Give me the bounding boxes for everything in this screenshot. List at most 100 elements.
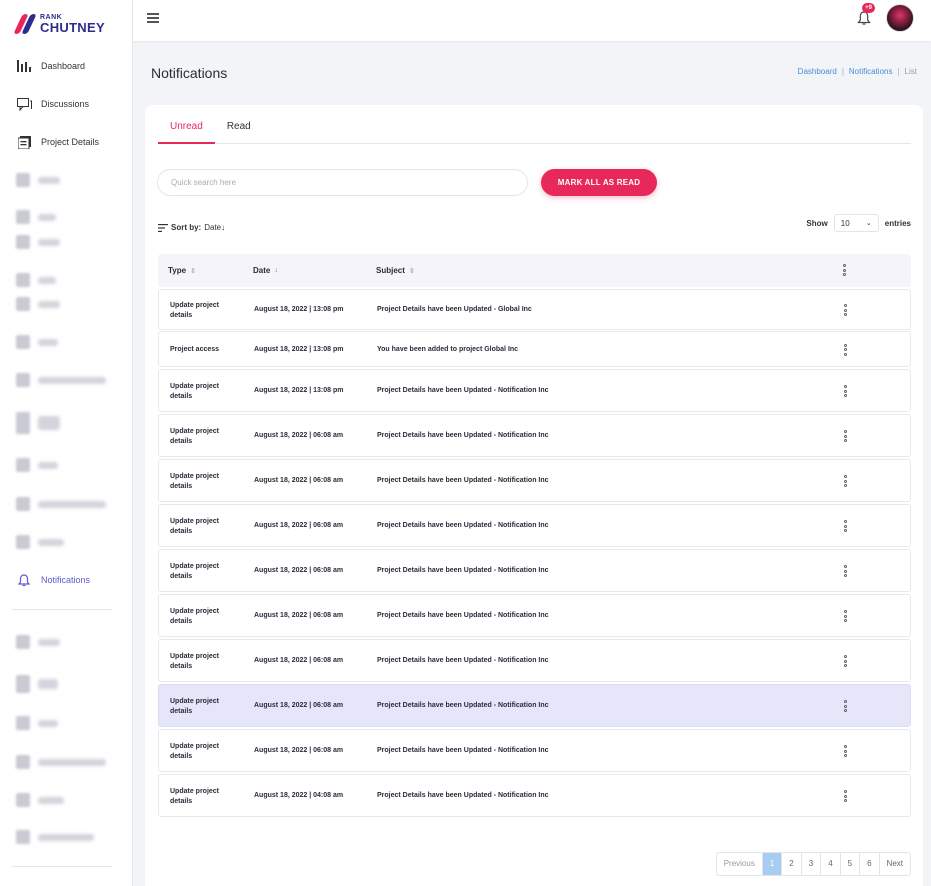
column-subject[interactable]: Subject ⇕	[376, 266, 415, 275]
row-subject: Project Details have been Updated - Noti…	[377, 792, 549, 799]
sidebar-item-dashboard[interactable]: Dashboard	[16, 59, 85, 73]
user-avatar[interactable]	[886, 4, 914, 32]
row-subject: Project Details have been Updated - Noti…	[377, 522, 549, 529]
table-row[interactable]: Update project details August 18, 2022 | …	[158, 369, 911, 412]
table-row[interactable]: Update project details August 18, 2022 | …	[158, 504, 911, 547]
table-row[interactable]: Update project details August 18, 2022 | …	[158, 459, 911, 502]
sort-toggle-icon[interactable]: ⇕	[409, 267, 415, 275]
table-row[interactable]: Update project details August 18, 2022 | …	[158, 549, 911, 592]
row-subject: Project Details have been Updated - Noti…	[377, 657, 549, 664]
sort-toggle-icon[interactable]: ⇕	[190, 267, 196, 275]
sidebar-item-obscured[interactable]	[16, 535, 64, 549]
row-options-icon[interactable]	[842, 385, 848, 397]
pagination: Previous 1 2 3 4 5 6 Next	[715, 852, 911, 876]
row-type: Update project details	[170, 562, 220, 580]
row-options-icon[interactable]	[842, 343, 848, 356]
sidebar-item-obscured[interactable]	[16, 755, 106, 769]
table-row[interactable]: Update project details August 18, 2022 | …	[158, 774, 911, 817]
row-type: Update project details	[170, 787, 220, 805]
sidebar-item-project-details[interactable]: Project Details	[16, 135, 99, 149]
sidebar-item-discussions[interactable]: Discussions	[16, 97, 89, 111]
pagination-page[interactable]: 4	[821, 853, 841, 875]
row-subject: Project Details have been Updated - Noti…	[377, 567, 549, 574]
column-type[interactable]: Type ⇕	[168, 266, 196, 275]
page-size-value: 10	[840, 218, 850, 228]
sidebar-item-obscured[interactable]	[16, 830, 94, 844]
sidebar-item-obscured[interactable]	[16, 411, 60, 435]
sidebar-item-obscured[interactable]	[16, 635, 60, 649]
table-row[interactable]: Update project details August 18, 2022 | …	[158, 684, 911, 727]
sidebar-item-obscured[interactable]	[16, 235, 60, 249]
tab-unread[interactable]: Unread	[158, 121, 215, 144]
sidebar-item-obscured[interactable]	[16, 373, 106, 387]
tab-read[interactable]: Read	[215, 121, 263, 144]
brand-logo[interactable]: RANK CHUTNEY	[13, 14, 105, 35]
row-options-icon[interactable]	[842, 700, 848, 712]
row-options-icon[interactable]	[842, 430, 848, 442]
row-options-icon[interactable]	[842, 745, 848, 757]
brand-name: CHUTNEY	[40, 20, 105, 35]
column-date[interactable]: Date ↓	[253, 266, 278, 275]
mark-all-read-button[interactable]: MARK ALL AS READ	[541, 169, 657, 196]
column-subject-label: Subject	[376, 266, 405, 275]
sidebar-item-obscured[interactable]	[16, 716, 58, 730]
row-date: August 18, 2022 | 06:08 am	[254, 657, 344, 664]
table-row[interactable]: Update project details August 18, 2022 | …	[158, 594, 911, 637]
sidebar-item-obscured[interactable]	[16, 674, 58, 694]
sidebar-item-obscured[interactable]	[16, 335, 58, 349]
sort-control[interactable]: Sort by: Date↓	[158, 223, 225, 232]
sidebar-item-obscured[interactable]	[16, 210, 56, 224]
sort-down-arrow-icon[interactable]: ↓	[274, 267, 278, 274]
row-date: August 18, 2022 | 06:08 am	[254, 612, 344, 619]
sidebar-item-notifications[interactable]: Notifications	[16, 573, 90, 587]
pagination-next[interactable]: Next	[880, 853, 910, 875]
sidebar-item-obscured[interactable]	[16, 173, 60, 187]
row-date: August 18, 2022 | 13:08 pm	[254, 306, 344, 313]
column-type-label: Type	[168, 266, 187, 275]
row-type: Update project details	[170, 697, 220, 715]
row-options-icon[interactable]	[842, 304, 848, 316]
table-row[interactable]: Update project details August 18, 2022 | …	[158, 729, 911, 772]
row-options-icon[interactable]	[842, 520, 848, 532]
page-size-select[interactable]: 10 ⌄	[833, 214, 879, 232]
pagination-page[interactable]: 1	[762, 853, 783, 875]
breadcrumb-dashboard[interactable]: Dashboard	[798, 67, 837, 76]
row-date: August 18, 2022 | 06:08 am	[254, 567, 344, 574]
logo-mark-icon	[13, 14, 37, 34]
breadcrumb-notifications[interactable]: Notifications	[849, 67, 893, 76]
row-subject: Project Details have been Updated - Noti…	[377, 702, 549, 709]
sidebar-divider	[12, 866, 112, 867]
pagination-page[interactable]: 3	[802, 853, 822, 875]
sort-value: Date↓	[204, 223, 226, 232]
tab-bar: Unread Read	[158, 121, 911, 144]
sidebar-item-obscured[interactable]	[16, 458, 58, 472]
menu-icon[interactable]	[147, 13, 159, 25]
table-row[interactable]: Update project details August 18, 2022 | …	[158, 414, 911, 457]
search-input[interactable]	[157, 169, 528, 196]
table-row[interactable]: Project access August 18, 2022 | 13:08 pm…	[158, 331, 911, 367]
row-date: August 18, 2022 | 06:08 am	[254, 522, 344, 529]
pagination-page[interactable]: 2	[782, 853, 802, 875]
row-options-icon[interactable]	[842, 610, 848, 622]
topbar: +9	[133, 0, 931, 41]
row-options-icon[interactable]	[842, 565, 848, 577]
row-date: August 18, 2022 | 06:08 am	[254, 702, 344, 709]
row-subject: You have been added to project Global In…	[377, 345, 519, 353]
row-options-icon[interactable]	[842, 790, 848, 802]
more-options-icon[interactable]	[841, 264, 847, 276]
sidebar-item-obscured[interactable]	[16, 297, 60, 311]
row-type: Update project details	[170, 472, 220, 490]
pagination-previous[interactable]: Previous	[717, 853, 763, 875]
row-options-icon[interactable]	[842, 655, 848, 667]
row-options-icon[interactable]	[842, 475, 848, 487]
row-date: August 18, 2022 | 06:08 am	[254, 477, 344, 484]
pagination-page[interactable]: 6	[860, 853, 880, 875]
sidebar-item-obscured[interactable]	[16, 497, 106, 511]
table-row[interactable]: Update project details August 18, 2022 | …	[158, 289, 911, 330]
sidebar-item-obscured[interactable]	[16, 273, 56, 287]
sidebar-item-obscured[interactable]	[16, 793, 64, 807]
table-row[interactable]: Update project details August 18, 2022 | …	[158, 639, 911, 682]
chevron-down-icon: ⌄	[865, 220, 872, 227]
table-header: Type ⇕ Date ↓ Subject ⇕	[158, 254, 911, 287]
pagination-page[interactable]: 5	[841, 853, 861, 875]
